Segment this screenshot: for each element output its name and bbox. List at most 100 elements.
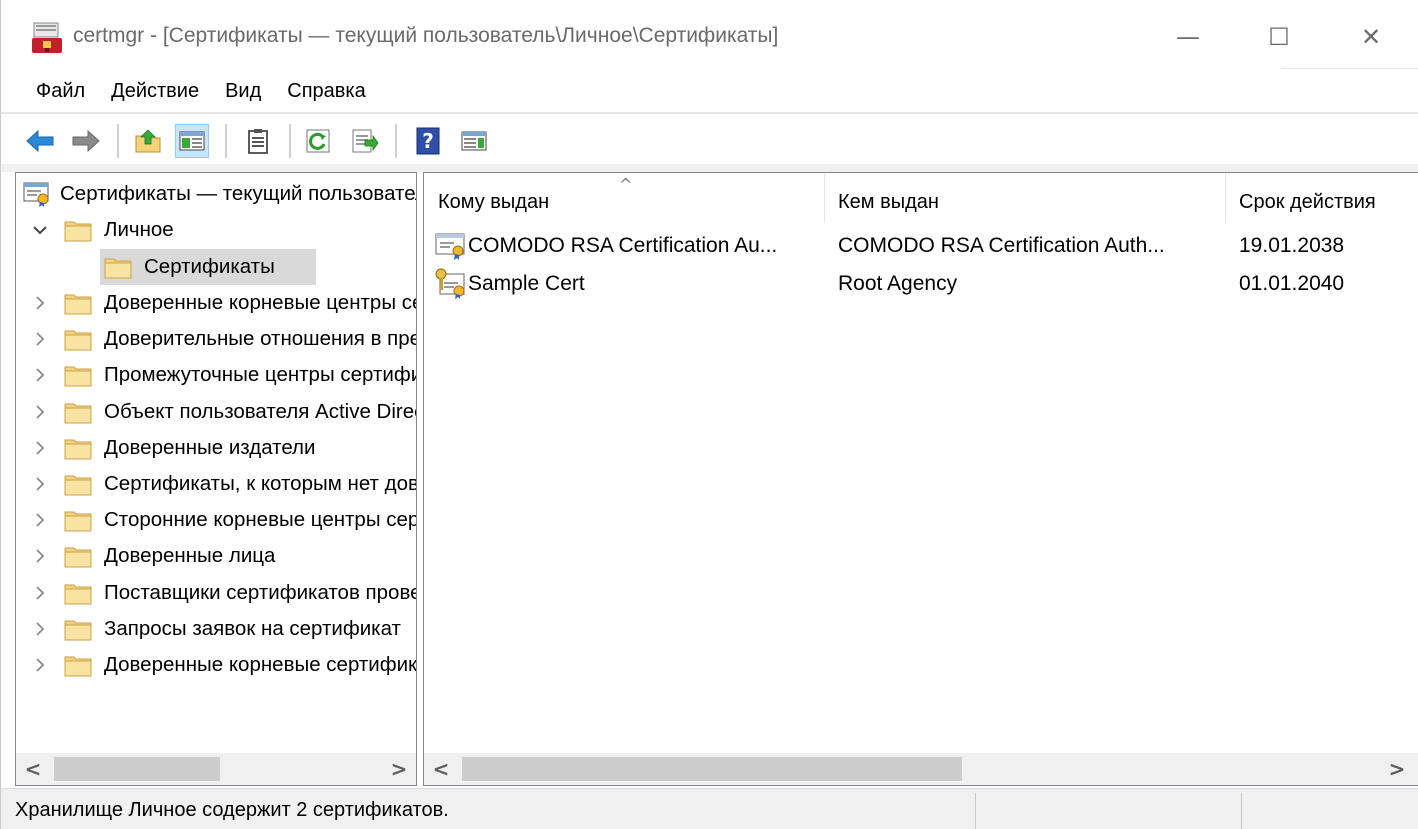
table-row[interactable]: COMODO RSA Certification Au... [434,227,777,265]
chevron-right-icon[interactable] [30,438,50,458]
tree-horizontal-scrollbar[interactable]: < > [16,753,416,785]
tree-item-personal-certificates[interactable]: Сертификаты [104,250,416,284]
tree-item[interactable]: Доверенные корневые сертификаты смарт-ка… [30,648,416,682]
menu-help[interactable]: Справка [274,80,378,103]
scroll-thumb[interactable] [54,757,220,781]
show-hide-action-pane-icon [461,131,487,151]
cell-issued-by: COMODO RSA Certification Auth... [838,234,1165,257]
chevron-right-icon[interactable] [30,546,50,566]
scroll-thumb[interactable] [462,757,962,781]
tree-label: Сторонние корневые центры сертификации [104,508,417,532]
folder-icon [64,439,92,460]
tree-label: Поставщики сертификатов проверки подлинн… [104,580,416,604]
list-horizontal-scrollbar[interactable]: < > [424,753,1418,785]
minimize-button[interactable]: — [1158,14,1218,60]
folder-icon [64,221,92,242]
tree-label: Сертификаты, к которым нет доверия [104,472,417,495]
status-bar: Хранилище Личное содержит 2 сертификатов… [1,788,1418,829]
folder-icon [64,620,92,641]
folder-icon [104,258,132,279]
table-row[interactable]: Sample Cert [434,265,585,303]
status-divider [1241,793,1242,829]
minimize-icon: — [1176,23,1200,51]
scroll-left-arrow-icon[interactable]: < [424,753,458,785]
title-bar[interactable]: certmgr - [Сертификаты — текущий пользов… [1,0,1418,69]
toolbar-bottom-strip [1,164,1418,172]
forward-button[interactable] [69,124,103,158]
menu-divider [1,112,1418,114]
chevron-down-icon[interactable] [30,220,50,240]
scroll-left-arrow-icon[interactable]: < [16,753,50,785]
back-button[interactable] [23,124,57,158]
properties-icon [248,129,268,154]
menu-bar: Файл Действие Вид Справка [1,72,1418,110]
chevron-right-icon[interactable] [30,365,50,385]
column-header-expiration[interactable]: Срок действия [1225,173,1418,231]
column-header-issued-to[interactable]: Кому выдан [424,173,824,231]
certificates-snapin-icon [23,182,49,207]
chevron-right-icon[interactable] [30,474,50,494]
tree-item-root[interactable]: Сертификаты — текущий пользователь [22,177,416,211]
folder-icon [64,294,92,315]
cell-expiration: 01.01.2040 [1239,272,1345,295]
menu-view[interactable]: Вид [212,80,274,103]
tree-item[interactable]: Доверенные корневые центры сертификации [30,286,416,320]
forward-arrow-icon [72,129,100,153]
menu-action[interactable]: Действие [98,80,212,103]
certificate-key-icon [435,268,465,299]
export-list-icon [352,129,379,153]
results-list-pane[interactable]: ^ Кому выдан Кем выдан Срок действия COM… [423,172,1418,786]
chevron-right-icon[interactable] [30,510,50,530]
tree-label: Доверенные корневые центры сертификации [104,291,416,314]
folder-icon [64,547,92,568]
close-button[interactable]: ✕ [1341,14,1401,60]
toolbar-separator [395,124,397,158]
up-level-button[interactable] [131,124,165,158]
toolbar: ? [1,118,1418,162]
folder-icon [64,656,92,677]
toolbar-separator [225,124,227,158]
tree-label: Запросы заявок на сертификат [104,616,401,640]
certmgr-app-icon [32,22,62,53]
chevron-right-icon[interactable] [30,329,50,349]
folder-icon [64,584,92,605]
certmgr-window: certmgr - [Сертификаты — текущий пользов… [0,0,1418,829]
menu-file[interactable]: Файл [23,80,98,103]
cell-issued-to: Sample Cert [468,272,585,295]
chevron-right-icon[interactable] [30,402,50,422]
svg-text:?: ? [422,129,434,153]
help-button[interactable]: ? [411,124,445,158]
action-pane-button[interactable] [457,124,491,158]
tree-item-personal[interactable]: Личное [30,213,416,247]
chevron-right-icon[interactable] [30,293,50,313]
help-icon: ? [416,127,440,155]
maximize-icon: ☐ [1268,23,1290,51]
tree-item[interactable]: Поставщики сертификатов проверки подлинн… [30,576,416,610]
chevron-right-icon[interactable] [30,619,50,639]
folder-icon [64,366,92,387]
certificate-icon [435,233,465,260]
tree-item[interactable]: Промежуточные центры сертификации [30,358,416,392]
console-tree-button[interactable] [175,124,209,158]
tree-item[interactable]: Доверительные отношения в предприятии [30,322,416,356]
tree-item[interactable]: Объект пользователя Active Directory [30,395,416,429]
close-icon: ✕ [1360,23,1382,51]
tree-item[interactable]: Сертификаты, к которым нет доверия [30,467,417,501]
chevron-right-icon[interactable] [30,583,50,603]
properties-button[interactable] [241,124,275,158]
export-list-button[interactable] [347,124,381,158]
tree-item[interactable]: Доверенные лица [30,539,416,573]
column-header-issued-by[interactable]: Кем выдан [824,173,1224,231]
title-divider [1281,68,1418,69]
scroll-right-arrow-icon[interactable]: > [382,753,416,785]
refresh-button[interactable] [301,124,335,158]
console-tree-pane[interactable]: Сертификаты — текущий пользователь Лично… [15,172,417,786]
tree-item[interactable]: Запросы заявок на сертификат [30,612,416,646]
folder-icon [64,475,92,496]
maximize-button[interactable]: ☐ [1249,14,1309,60]
tree-item[interactable]: Сторонние корневые центры сертификации [30,503,417,537]
chevron-right-icon[interactable] [30,655,50,675]
tree-label: Объект пользователя Active Directory [104,399,416,423]
scroll-right-arrow-icon[interactable]: > [1380,753,1414,785]
tree-item[interactable]: Доверенные издатели [30,431,416,465]
